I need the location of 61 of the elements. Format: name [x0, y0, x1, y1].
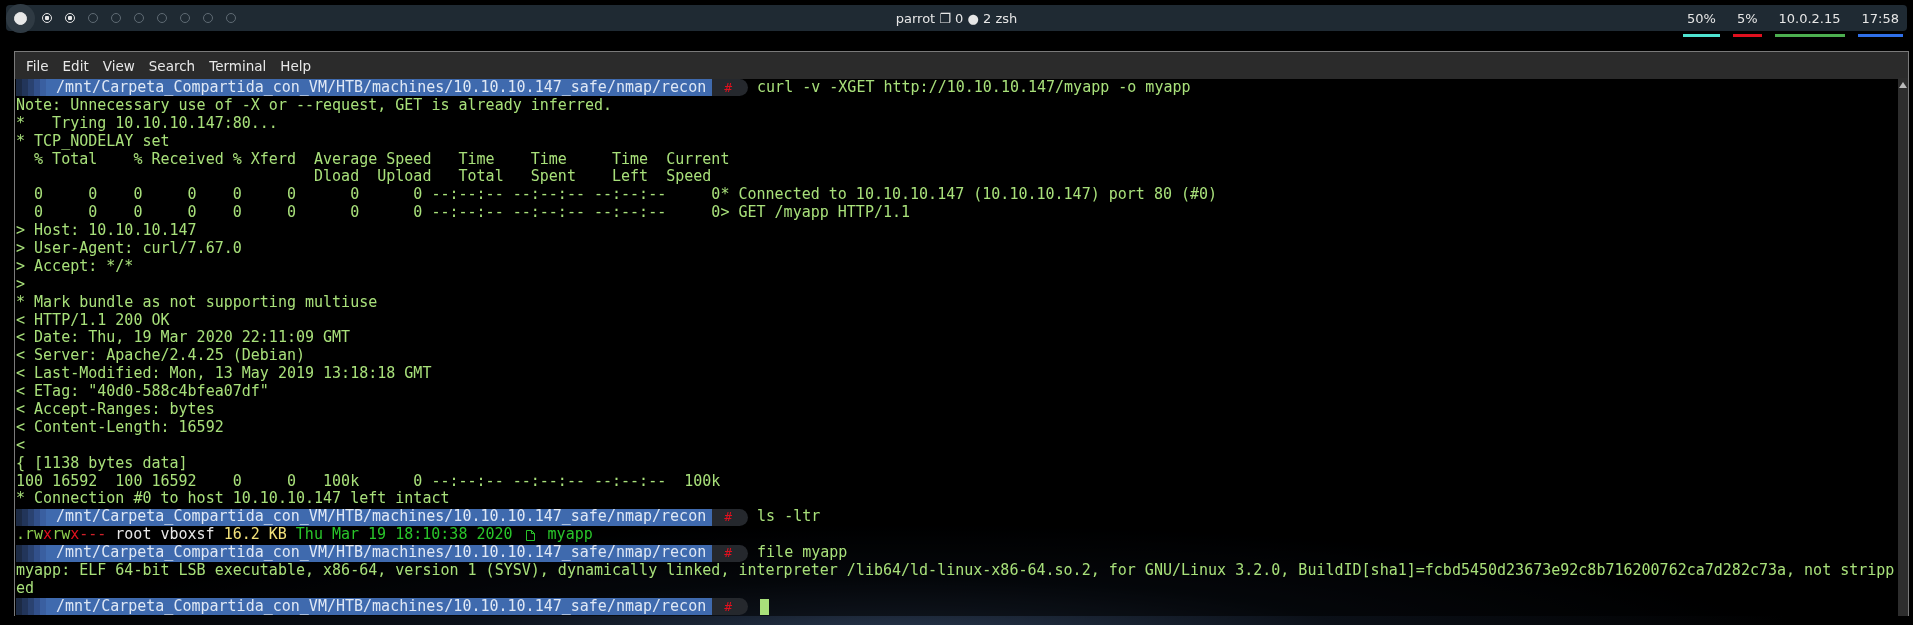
- output-line: < Date: Thu, 19 Mar 2020 22:11:09 GMT: [16, 329, 352, 348]
- command-text: file myapp: [757, 544, 848, 563]
- output-line: 100 16592 100 16592 0 0 100k 0 --:--:-- --:--:-- --:--:-- 100k: [16, 472, 722, 491]
- output-line: > Host: 10.10.10.147: [16, 222, 198, 240]
- output-line: 0 0 0 0 0 0 0 0 --:--:-- --:--:-- --:--:-- 0> GET /myapp HTTP/1.1: [33, 204, 912, 223]
- output-line: % Total % Received % Xferd Average Speed Time Time Time Current: [33, 150, 731, 169]
- output-line: < Last-Modified: Mon, 13 May 2019 13:18:18 GMT: [16, 365, 433, 384]
- file-date: Thu Mar 19 18:10:38 2020: [295, 526, 513, 545]
- command-text: ls -ltr: [757, 508, 821, 527]
- permission-text: x: [70, 526, 80, 545]
- menu-item[interactable]: Edit: [55, 57, 96, 74]
- output-line: { [1138 bytes data]: [16, 454, 189, 473]
- output-line: < Server: Apache/2.4.25 (Debian): [16, 347, 306, 366]
- menu-item[interactable]: View: [95, 57, 142, 74]
- menu-item[interactable]: File: [19, 57, 56, 74]
- permission-text: x: [43, 526, 53, 545]
- prompt-path: /mnt/Carpeta_Compartida_con_VM/HTB/machines/10.10.10.147_safe/nmap/recon: [56, 79, 707, 97]
- output-line: Dload Upload Total Spent Left Speed: [313, 168, 713, 187]
- output-line: * Mark bundle as not supporting multiuse: [16, 293, 379, 312]
- prompt-symbol: #: [712, 598, 749, 616]
- output-line: ed: [16, 579, 36, 598]
- file-group: vboxsf: [160, 526, 215, 545]
- output-line: <: [16, 436, 27, 455]
- status-indicator: 50%: [1682, 5, 1720, 37]
- permission-text: rw: [52, 526, 71, 545]
- output-line: * TCP_NODELAY set: [16, 132, 171, 151]
- command-text: curl -v -XGET http://10.10.10.147/myapp -o myapp: [757, 79, 1191, 97]
- output-line: < ETag: "40d0-588c4bfea07df": [16, 383, 270, 402]
- output-line: 0 0 0 0 0 0 0 0 --:--:-- --:--:-- --:--:-- 0* Connected to 10.10.10.147 (10.10.10.147) port 80 (#0): [33, 186, 1219, 205]
- status-indicator: 5%: [1732, 5, 1762, 37]
- output-line: * Trying 10.10.10.147:80...: [16, 114, 279, 133]
- status-indicator: 17:58: [1857, 5, 1903, 37]
- output-line: > Accept: */*: [16, 257, 135, 276]
- output-line: < Content-Length: 16592: [16, 418, 225, 437]
- file-size: 16.2 KB: [223, 526, 287, 545]
- output-line: * Connection #0 to host 10.10.10.147 left intact: [16, 490, 451, 509]
- menu-item[interactable]: Terminal: [202, 57, 274, 74]
- menu-item[interactable]: Help: [273, 57, 319, 74]
- text-cursor: [760, 598, 770, 615]
- prompt-path: /mnt/Carpeta_Compartida_con_VM/HTB/machines/10.10.10.147_safe/nmap/recon: [56, 597, 707, 616]
- file-owner: root: [115, 526, 152, 545]
- scrollbar[interactable]: [1898, 78, 1908, 616]
- file-icon: [525, 529, 535, 541]
- prompt-symbol: #: [712, 544, 749, 562]
- output-line: Note: Unnecessary use of -X or --request, GET is already inferred.: [16, 96, 613, 115]
- menu-item[interactable]: Search: [141, 57, 203, 74]
- file-name: myapp: [547, 526, 593, 545]
- output-line: myapp: ELF 64-bit LSB executable, x86-64, version 1 (SYSV), dynamically linked, interpreter /lib64/ld-linux-x86-64.so.2, for GNU/Linux 3.2.0, BuildID[sha1]=fcbd5450d23673e92c8b716200762ca7d282c73a, not stripp: [16, 562, 1896, 580]
- scroll-up-icon[interactable]: [1899, 82, 1907, 88]
- output-line: < Accept-Ranges: bytes: [16, 401, 216, 419]
- session-title: parrot ❐ 0 ● 2 zsh: [895, 10, 1018, 26]
- prompt-symbol: #: [712, 508, 749, 526]
- output-line: > User-Agent: curl/7.67.0: [16, 240, 243, 258]
- permission-text: ---: [79, 526, 107, 545]
- output-line: >: [16, 275, 27, 294]
- permission-text: .rw: [16, 526, 44, 545]
- prompt-path: /mnt/Carpeta_Compartida_con_VM/HTB/machines/10.10.10.147_safe/nmap/recon: [56, 508, 707, 527]
- status-indicator: 10.0.2.15: [1774, 5, 1845, 37]
- prompt-path: /mnt/Carpeta_Compartida_con_VM/HTB/machines/10.10.10.147_safe/nmap/recon: [56, 544, 707, 563]
- prompt-symbol: #: [712, 79, 749, 97]
- output-line: < HTTP/1.1 200 OK: [16, 311, 171, 330]
